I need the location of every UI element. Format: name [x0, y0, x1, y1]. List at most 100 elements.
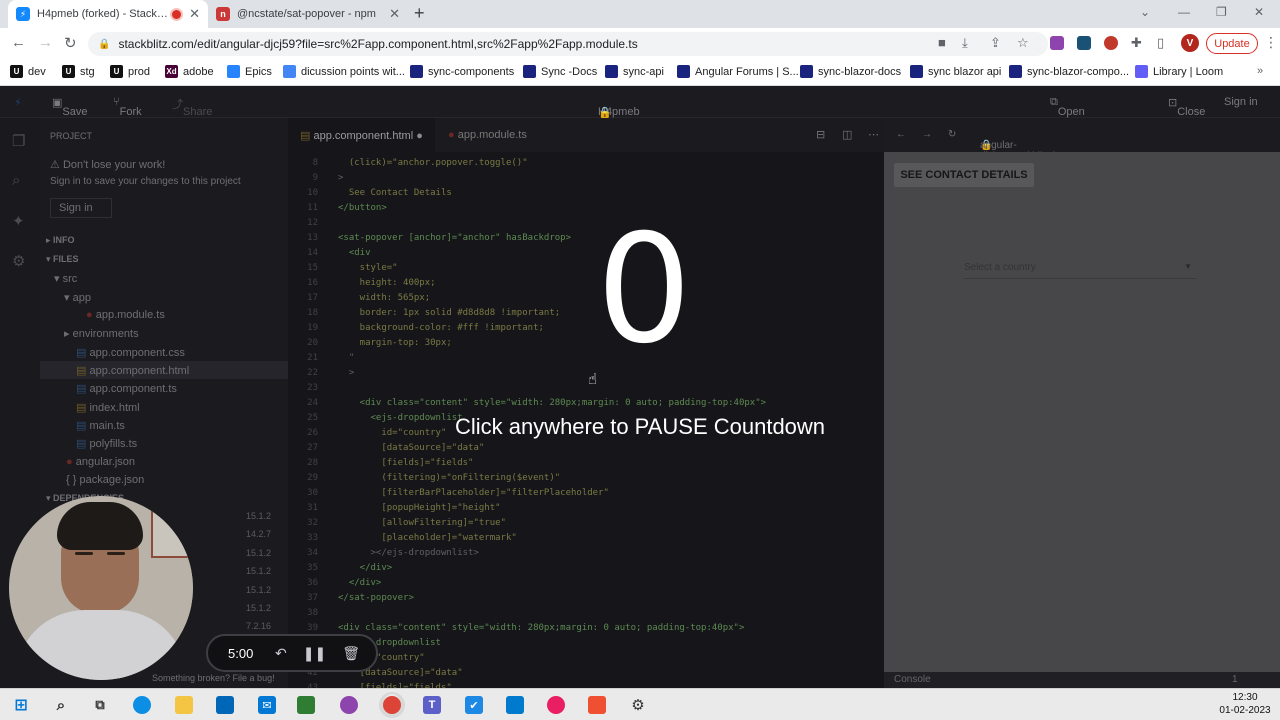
preview-forward-icon[interactable]: → [922, 129, 932, 140]
search-icon[interactable]: ⌕ [52, 696, 70, 714]
bookmark-item[interactable]: sync-api [605, 65, 664, 78]
open-new-tab-button[interactable]: ⧉ Open in New Tab [1050, 96, 1085, 154]
bookmark-item[interactable]: sync-blazor-compo... [1009, 65, 1129, 78]
teams-icon[interactable]: T [423, 696, 441, 714]
code-line[interactable]: 32 [allowFiltering]="true" [288, 518, 884, 533]
country-dropdown[interactable]: Select a country ▼ [964, 257, 1196, 279]
git-icon[interactable] [588, 696, 606, 714]
file-tree-item[interactable]: ● angular.json [40, 453, 288, 471]
bookmark-item[interactable]: dicussion points wit... [283, 65, 405, 78]
preview-back-icon[interactable]: ← [896, 129, 906, 140]
file-tree-item[interactable]: ▾ app [40, 288, 288, 306]
bookmark-item[interactable]: sync-components [410, 65, 514, 78]
file-tree-item[interactable]: ▾ src [40, 269, 288, 287]
tab-stackblitz[interactable]: ⚡ H4pmeb (forked) - StackBlitz ✕ [8, 0, 208, 28]
side-panel-icon[interactable]: ▯ [1157, 35, 1164, 51]
reload-icon[interactable]: ↻ [64, 34, 77, 52]
forward-icon[interactable]: → [38, 34, 53, 51]
install-icon[interactable]: ⤓ [962, 35, 968, 51]
tab-npm[interactable]: n @ncstate/sat-popover - npm ✕ [208, 0, 408, 28]
bookmark-item[interactable]: Library | Loom [1135, 65, 1223, 78]
bookmark-item[interactable]: sync blazor api [910, 65, 1001, 78]
address-bar[interactable]: 🔒 stackblitz.com/edit/angular-djcj59?fil… [88, 32, 1048, 56]
app-icon[interactable] [340, 696, 358, 714]
webcam-bubble[interactable] [9, 496, 193, 680]
bookmark-item[interactable]: Epics [227, 65, 272, 78]
more-actions-icon[interactable]: ⋯ [868, 128, 879, 141]
close-window-icon[interactable]: ✕ [1254, 5, 1264, 19]
tab-search-icon[interactable]: ⌄ [1140, 5, 1150, 19]
mail-icon[interactable]: ✉ [258, 696, 276, 714]
code-line[interactable]: 35 </div> [288, 563, 884, 578]
todo-icon[interactable]: ✔ [465, 696, 483, 714]
store-icon[interactable] [216, 696, 234, 714]
code-line[interactable]: 9 > [288, 173, 884, 188]
bookmark-item[interactable]: sync-blazor-docs [800, 65, 901, 78]
see-contact-details-button[interactable]: SEE CONTACT DETAILS [894, 163, 1034, 187]
split-editor-icon[interactable]: ⊟ [816, 128, 825, 141]
code-line[interactable]: 37 </sat-popover> [288, 593, 884, 608]
console-bar[interactable]: Console 1 [884, 672, 1280, 688]
extension-icon[interactable] [1050, 36, 1064, 50]
bookmark-item[interactable]: Angular Forums | S... [677, 65, 799, 78]
pause-icon[interactable]: ❚❚ [303, 645, 326, 662]
update-button[interactable]: Update [1206, 33, 1258, 54]
code-line[interactable]: 29 (filtering)="onFiltering($event)" [288, 473, 884, 488]
bookmarks-overflow-button[interactable]: » [1257, 65, 1263, 77]
save-button[interactable]: ▣ Save [52, 96, 87, 118]
file-tree-item[interactable]: ▤ app.component.ts [40, 379, 288, 397]
system-clock[interactable]: 12:30 01-02-2023 [1216, 691, 1274, 717]
code-line[interactable]: 42 [dataSource]="data" [288, 668, 884, 683]
code-line[interactable]: 22 > [288, 368, 884, 383]
back-icon[interactable]: ← [11, 34, 26, 51]
settings-icon[interactable]: ⚙ [629, 696, 647, 714]
files-section[interactable]: ▾ FILES [46, 251, 294, 269]
code-line[interactable]: 34 ></ejs-dropdownlist> [288, 548, 884, 563]
file-explorer-icon[interactable] [175, 696, 193, 714]
profile-avatar[interactable]: V [1181, 34, 1199, 52]
sidebar-sign-in-button[interactable]: Sign in [50, 198, 112, 218]
code-line[interactable]: 28 [fields]="fields" [288, 458, 884, 473]
tab-app-module-ts[interactable]: ● app.module.ts [436, 118, 539, 152]
code-line[interactable]: 30 [filterBarPlaceholder]="filterPlaceho… [288, 488, 884, 503]
code-line[interactable]: 23 [288, 383, 884, 398]
code-line[interactable]: 24 <div class="content" style="width: 28… [288, 398, 884, 413]
chrome-icon[interactable] [383, 696, 401, 714]
task-view-icon[interactable]: ⧉ [91, 696, 109, 714]
layout-icon[interactable]: ◫ [842, 128, 852, 141]
file-tree-item[interactable]: ▤ app.component.css [40, 343, 288, 361]
file-tree-item[interactable]: ▤ main.ts [40, 416, 288, 434]
windows-start-icon[interactable]: ⊞ [12, 696, 30, 714]
preview-reload-icon[interactable]: ↻ [948, 129, 956, 140]
settings-icon[interactable]: ⚙ [12, 252, 25, 270]
file-tree-item[interactable]: ▤ polyfills.ts [40, 434, 288, 452]
minimize-icon[interactable]: — [1178, 5, 1190, 19]
restore-icon[interactable]: ❐ [1216, 5, 1227, 19]
bookmark-item[interactable]: Udev [10, 65, 46, 78]
deploy-icon[interactable]: ✦ [12, 212, 25, 230]
tab-app-component-html[interactable]: ▤ app.component.html ● [288, 118, 435, 152]
countdown-number[interactable]: 0 [540, 210, 748, 370]
bookmark-item[interactable]: Xd adobe [165, 65, 214, 78]
lock-icon[interactable]: 🔒 [98, 39, 110, 50]
undo-icon[interactable]: ↶ [275, 645, 287, 662]
new-tab-button[interactable]: + [414, 3, 425, 24]
spreadsheet-icon[interactable] [297, 696, 315, 714]
code-line[interactable]: 10 See Contact Details [288, 188, 884, 203]
code-line[interactable]: 36 </div> [288, 578, 884, 593]
edge-icon[interactable] [133, 696, 151, 714]
puzzle-icon[interactable]: ✚ [1131, 35, 1142, 51]
bookmark-item[interactable]: Uprod [110, 65, 150, 78]
code-line[interactable]: 27 [dataSource]="data" [288, 443, 884, 458]
search-icon[interactable]: ⌕ [12, 172, 20, 189]
bookmark-item[interactable]: Ustg [62, 65, 95, 78]
code-line[interactable]: 33 [placeholder]="watermark" [288, 533, 884, 548]
file-tree-item[interactable]: ● app.module.ts [40, 306, 288, 324]
code-line[interactable]: 31 [popupHeight]="height" [288, 503, 884, 518]
vscode-icon[interactable] [506, 696, 524, 714]
share-icon[interactable]: ⇪ [990, 35, 1001, 51]
code-line[interactable]: 38 [288, 608, 884, 623]
file-tree-item[interactable]: ▤ app.component.html [40, 361, 288, 379]
code-line[interactable]: 39 <div class="content" style="width: 280… [288, 623, 884, 638]
info-section[interactable]: ▸ INFO [46, 232, 294, 250]
